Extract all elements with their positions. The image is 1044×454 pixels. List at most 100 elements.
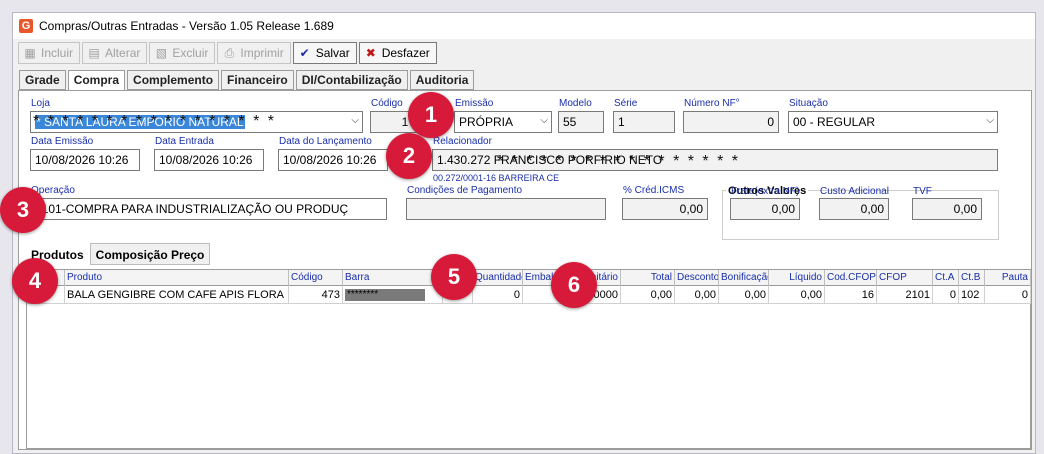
- data-emissao-label: Data Emissão: [31, 136, 94, 147]
- situacao-value: 00 - REGULAR: [793, 115, 876, 129]
- relacionador-sub: 00.272/0001-16 BARREIRA CE: [433, 173, 560, 183]
- compra-panel: Loja * SANTA LAURA EMPORIO NATURAL ⌵ * *…: [18, 90, 1032, 450]
- tab-compra[interactable]: Compra: [67, 70, 126, 91]
- table-row[interactable]: BALA GENGIBRE COM CAFE APIS FLORA 473 **…: [27, 286, 1031, 304]
- save-check-icon: ✔: [299, 46, 310, 60]
- cell-ctb: 102: [959, 286, 985, 304]
- imprimir-button[interactable]: ⎙ Imprimir: [217, 42, 291, 64]
- col-desconto[interactable]: Desconto: [675, 270, 719, 286]
- cell-desconto: 0,00: [675, 286, 719, 304]
- edit-record-icon: ▤: [88, 46, 100, 60]
- cell-total: 0,00: [621, 286, 675, 304]
- add-record-icon: ▦: [24, 46, 36, 60]
- frete-field[interactable]: 0,00: [730, 198, 800, 220]
- desfazer-button[interactable]: ✖ Desfazer: [358, 42, 437, 64]
- loja-label: Loja: [31, 98, 50, 109]
- cred-icms-label: % Créd.ICMS: [623, 185, 685, 196]
- frete-label: Frete(extra NF): [731, 186, 800, 197]
- custo-label: Custo Adicional: [820, 186, 889, 197]
- data-entrada-label: Data Entrada: [155, 136, 214, 147]
- cell-codigo: 473: [289, 286, 343, 304]
- serie-field[interactable]: 1: [613, 111, 675, 133]
- cell-pauta: 0: [985, 286, 1031, 304]
- operacao-field[interactable]: 2101-COMPRA PARA INDUSTRIALIZAÇÃO OU PRO…: [30, 198, 387, 220]
- delete-record-icon: ▧: [155, 46, 168, 60]
- col-quantidade[interactable]: Quantidade: [473, 270, 523, 286]
- cell-barra: ********: [343, 286, 443, 304]
- tab-grade[interactable]: Grade: [19, 70, 66, 90]
- loja-mask: * * * * * * * * * * * * * * * * *: [33, 113, 276, 130]
- col-produto[interactable]: Produto: [65, 270, 289, 286]
- app-logo-icon: G: [19, 19, 33, 33]
- col-liquido[interactable]: Líquido: [769, 270, 825, 286]
- situacao-label: Situação: [789, 98, 828, 109]
- window-title: Compras/Outras Entradas - Versão 1.05 Re…: [39, 19, 334, 33]
- cell-quantidade: 0: [473, 286, 523, 304]
- annotation-badge-2: 2: [386, 133, 432, 179]
- relacionador-mask: * * * * * * * * * * * * * * * * *: [497, 153, 740, 170]
- printer-icon: ⎙: [224, 45, 235, 60]
- main-tabs: Grade Compra Complemento Financeiro DI/C…: [19, 70, 475, 91]
- cred-icms-field[interactable]: 0,00: [622, 198, 708, 220]
- produtos-grid: Item Produto Código Barra Quantidade Emb…: [26, 269, 1031, 449]
- cell-produto: BALA GENGIBRE COM CAFE APIS FLORA: [65, 286, 289, 304]
- title-bar: G Compras/Outras Entradas - Versão 1.05 …: [13, 13, 1035, 39]
- codigo-label: Código: [371, 98, 403, 109]
- emissao-value: PRÓPRIA: [459, 115, 514, 129]
- incluir-button[interactable]: ▦ Incluir: [18, 42, 81, 64]
- chevron-down-icon: ⌵: [540, 115, 548, 126]
- cell-liquido: 0,00: [769, 286, 825, 304]
- barcode-mask: ********: [345, 289, 425, 301]
- custo-field[interactable]: 0,00: [819, 198, 889, 220]
- sub-tabs: Produtos Composição Preço: [25, 243, 211, 265]
- tvf-field[interactable]: 0,00: [912, 198, 982, 220]
- cell-cfop: 2101: [877, 286, 933, 304]
- col-cfop[interactable]: CFOP: [877, 270, 933, 286]
- tab-composicao-preco[interactable]: Composição Preço: [89, 243, 211, 265]
- condicoes-field[interactable]: [406, 198, 606, 220]
- chevron-down-icon: ⌵: [351, 115, 359, 126]
- annotation-badge-5: 5: [431, 254, 477, 300]
- cell-cta: 0: [933, 286, 959, 304]
- annotation-badge-4: 4: [12, 258, 58, 304]
- col-cta[interactable]: Ct.A: [933, 270, 959, 286]
- col-ctb[interactable]: Ct.B: [959, 270, 985, 286]
- numero-nf-field[interactable]: 0: [683, 111, 779, 133]
- chevron-down-icon: ⌵: [986, 115, 994, 126]
- col-bonificacao[interactable]: Bonificação: [719, 270, 769, 286]
- modelo-label: Modelo: [559, 98, 592, 109]
- salvar-button[interactable]: ✔ Salvar: [292, 42, 357, 64]
- annotation-badge-6: 6: [551, 262, 597, 308]
- serie-label: Série: [614, 98, 638, 109]
- tvf-label: TVF: [913, 186, 932, 197]
- tab-financeiro[interactable]: Financeiro: [221, 70, 294, 90]
- relacionador-label: Relacionador: [433, 136, 492, 147]
- tab-di-contabilizacao[interactable]: DI/Contabilização: [295, 70, 408, 90]
- modelo-field[interactable]: 55: [558, 111, 604, 133]
- cell-bonificacao: 0,00: [719, 286, 769, 304]
- col-barra[interactable]: Barra: [343, 270, 443, 286]
- grid-header: Item Produto Código Barra Quantidade Emb…: [27, 270, 1031, 286]
- emissao-label: Emissão: [455, 98, 494, 109]
- excluir-button[interactable]: ▧ Excluir: [149, 42, 216, 64]
- data-lancamento-field[interactable]: 10/08/2026 10:26: [278, 149, 388, 171]
- alterar-button[interactable]: ▤ Alterar: [82, 42, 148, 64]
- data-entrada-field[interactable]: 10/08/2026 10:26: [154, 149, 264, 171]
- toolbar: ▦ Incluir ▤ Alterar ▧ Excluir ⎙ Imprimir ✔ Sa…: [13, 39, 1035, 67]
- data-emissao-field[interactable]: 10/08/2026 10:26: [30, 149, 140, 171]
- condicoes-label: Condições de Pagamento: [407, 185, 523, 196]
- cell-cod-cfop: 16: [825, 286, 877, 304]
- col-total[interactable]: Total: [621, 270, 675, 286]
- col-codigo[interactable]: Código: [289, 270, 343, 286]
- col-pauta[interactable]: Pauta: [985, 270, 1031, 286]
- tab-auditoria[interactable]: Auditoria: [409, 70, 475, 90]
- col-cod-cfop[interactable]: Cod.CFOP: [825, 270, 877, 286]
- annotation-badge-1: 1: [408, 92, 454, 138]
- situacao-select[interactable]: 00 - REGULAR ⌵: [788, 111, 998, 133]
- data-lancamento-label: Data do Lançamento: [279, 136, 372, 147]
- tab-complemento[interactable]: Complemento: [127, 70, 220, 90]
- numero-nf-label: Número NF°: [684, 98, 740, 109]
- main-window: G Compras/Outras Entradas - Versão 1.05 …: [12, 12, 1036, 454]
- emissao-select[interactable]: PRÓPRIA ⌵: [454, 111, 552, 133]
- undo-icon: ✖: [365, 46, 376, 60]
